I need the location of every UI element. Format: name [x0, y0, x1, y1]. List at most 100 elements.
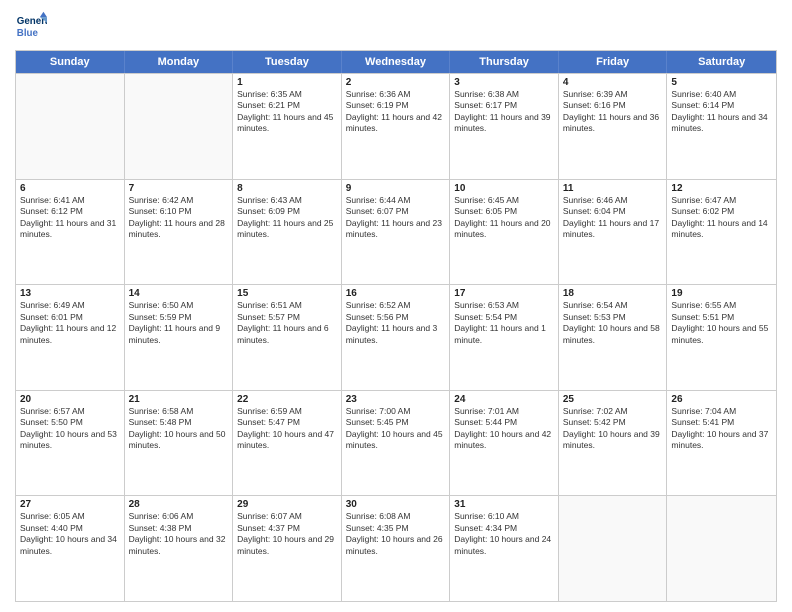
cell-info: Sunrise: 6:45 AM Sunset: 6:05 PM Dayligh…: [454, 195, 554, 241]
calendar-cell: 23Sunrise: 7:00 AM Sunset: 5:45 PM Dayli…: [342, 391, 451, 496]
cell-info: Sunrise: 6:10 AM Sunset: 4:34 PM Dayligh…: [454, 511, 554, 557]
day-number: 23: [346, 394, 446, 405]
calendar-cell: 10Sunrise: 6:45 AM Sunset: 6:05 PM Dayli…: [450, 180, 559, 285]
day-number: 12: [671, 183, 772, 194]
day-of-week-header: Sunday: [16, 51, 125, 73]
calendar-cell: 28Sunrise: 6:06 AM Sunset: 4:38 PM Dayli…: [125, 496, 234, 601]
cell-info: Sunrise: 7:02 AM Sunset: 5:42 PM Dayligh…: [563, 406, 663, 452]
cell-info: Sunrise: 6:41 AM Sunset: 6:12 PM Dayligh…: [20, 195, 120, 241]
calendar-cell: [667, 496, 776, 601]
cell-info: Sunrise: 6:40 AM Sunset: 6:14 PM Dayligh…: [671, 89, 772, 135]
calendar-cell: [559, 496, 668, 601]
calendar-cell: 12Sunrise: 6:47 AM Sunset: 6:02 PM Dayli…: [667, 180, 776, 285]
day-of-week-header: Thursday: [450, 51, 559, 73]
cell-info: Sunrise: 7:00 AM Sunset: 5:45 PM Dayligh…: [346, 406, 446, 452]
cell-info: Sunrise: 6:44 AM Sunset: 6:07 PM Dayligh…: [346, 195, 446, 241]
calendar-header: SundayMondayTuesdayWednesdayThursdayFrid…: [16, 51, 776, 73]
cell-info: Sunrise: 6:06 AM Sunset: 4:38 PM Dayligh…: [129, 511, 229, 557]
day-number: 24: [454, 394, 554, 405]
day-number: 29: [237, 499, 337, 510]
calendar-cell: 9Sunrise: 6:44 AM Sunset: 6:07 PM Daylig…: [342, 180, 451, 285]
cell-info: Sunrise: 6:51 AM Sunset: 5:57 PM Dayligh…: [237, 300, 337, 346]
calendar-row: 20Sunrise: 6:57 AM Sunset: 5:50 PM Dayli…: [16, 390, 776, 496]
svg-text:Blue: Blue: [17, 28, 39, 39]
calendar-cell: 20Sunrise: 6:57 AM Sunset: 5:50 PM Dayli…: [16, 391, 125, 496]
day-number: 2: [346, 77, 446, 88]
calendar-body: 1Sunrise: 6:35 AM Sunset: 6:21 PM Daylig…: [16, 73, 776, 601]
day-number: 18: [563, 288, 663, 299]
day-number: 1: [237, 77, 337, 88]
calendar-cell: 30Sunrise: 6:08 AM Sunset: 4:35 PM Dayli…: [342, 496, 451, 601]
day-number: 16: [346, 288, 446, 299]
cell-info: Sunrise: 6:58 AM Sunset: 5:48 PM Dayligh…: [129, 406, 229, 452]
day-of-week-header: Friday: [559, 51, 668, 73]
cell-info: Sunrise: 6:39 AM Sunset: 6:16 PM Dayligh…: [563, 89, 663, 135]
calendar-cell: [16, 74, 125, 179]
cell-info: Sunrise: 6:07 AM Sunset: 4:37 PM Dayligh…: [237, 511, 337, 557]
cell-info: Sunrise: 6:38 AM Sunset: 6:17 PM Dayligh…: [454, 89, 554, 135]
calendar-row: 6Sunrise: 6:41 AM Sunset: 6:12 PM Daylig…: [16, 179, 776, 285]
calendar-row: 13Sunrise: 6:49 AM Sunset: 6:01 PM Dayli…: [16, 284, 776, 390]
day-number: 15: [237, 288, 337, 299]
day-number: 11: [563, 183, 663, 194]
day-number: 14: [129, 288, 229, 299]
calendar-cell: 19Sunrise: 6:55 AM Sunset: 5:51 PM Dayli…: [667, 285, 776, 390]
calendar-cell: [125, 74, 234, 179]
page: General Blue SundayMondayTuesdayWednesda…: [0, 0, 792, 612]
cell-info: Sunrise: 6:47 AM Sunset: 6:02 PM Dayligh…: [671, 195, 772, 241]
day-number: 4: [563, 77, 663, 88]
calendar-cell: 11Sunrise: 6:46 AM Sunset: 6:04 PM Dayli…: [559, 180, 668, 285]
calendar-cell: 6Sunrise: 6:41 AM Sunset: 6:12 PM Daylig…: [16, 180, 125, 285]
cell-info: Sunrise: 6:08 AM Sunset: 4:35 PM Dayligh…: [346, 511, 446, 557]
calendar-cell: 8Sunrise: 6:43 AM Sunset: 6:09 PM Daylig…: [233, 180, 342, 285]
calendar-cell: 14Sunrise: 6:50 AM Sunset: 5:59 PM Dayli…: [125, 285, 234, 390]
calendar-cell: 17Sunrise: 6:53 AM Sunset: 5:54 PM Dayli…: [450, 285, 559, 390]
calendar-cell: 27Sunrise: 6:05 AM Sunset: 4:40 PM Dayli…: [16, 496, 125, 601]
calendar-row: 1Sunrise: 6:35 AM Sunset: 6:21 PM Daylig…: [16, 73, 776, 179]
day-number: 7: [129, 183, 229, 194]
cell-info: Sunrise: 6:36 AM Sunset: 6:19 PM Dayligh…: [346, 89, 446, 135]
day-number: 20: [20, 394, 120, 405]
day-of-week-header: Saturday: [667, 51, 776, 73]
cell-info: Sunrise: 6:53 AM Sunset: 5:54 PM Dayligh…: [454, 300, 554, 346]
calendar-cell: 5Sunrise: 6:40 AM Sunset: 6:14 PM Daylig…: [667, 74, 776, 179]
cell-info: Sunrise: 6:57 AM Sunset: 5:50 PM Dayligh…: [20, 406, 120, 452]
day-number: 19: [671, 288, 772, 299]
day-of-week-header: Tuesday: [233, 51, 342, 73]
calendar-cell: 16Sunrise: 6:52 AM Sunset: 5:56 PM Dayli…: [342, 285, 451, 390]
day-number: 5: [671, 77, 772, 88]
calendar-cell: 25Sunrise: 7:02 AM Sunset: 5:42 PM Dayli…: [559, 391, 668, 496]
cell-info: Sunrise: 6:43 AM Sunset: 6:09 PM Dayligh…: [237, 195, 337, 241]
calendar-cell: 18Sunrise: 6:54 AM Sunset: 5:53 PM Dayli…: [559, 285, 668, 390]
day-number: 10: [454, 183, 554, 194]
day-number: 13: [20, 288, 120, 299]
cell-info: Sunrise: 6:05 AM Sunset: 4:40 PM Dayligh…: [20, 511, 120, 557]
cell-info: Sunrise: 6:55 AM Sunset: 5:51 PM Dayligh…: [671, 300, 772, 346]
cell-info: Sunrise: 6:46 AM Sunset: 6:04 PM Dayligh…: [563, 195, 663, 241]
calendar-cell: 21Sunrise: 6:58 AM Sunset: 5:48 PM Dayli…: [125, 391, 234, 496]
calendar-cell: 7Sunrise: 6:42 AM Sunset: 6:10 PM Daylig…: [125, 180, 234, 285]
day-of-week-header: Wednesday: [342, 51, 451, 73]
cell-info: Sunrise: 6:54 AM Sunset: 5:53 PM Dayligh…: [563, 300, 663, 346]
day-number: 8: [237, 183, 337, 194]
logo-icon: General Blue: [15, 10, 47, 42]
calendar-cell: 15Sunrise: 6:51 AM Sunset: 5:57 PM Dayli…: [233, 285, 342, 390]
day-number: 3: [454, 77, 554, 88]
calendar: SundayMondayTuesdayWednesdayThursdayFrid…: [15, 50, 777, 602]
cell-info: Sunrise: 6:52 AM Sunset: 5:56 PM Dayligh…: [346, 300, 446, 346]
calendar-cell: 3Sunrise: 6:38 AM Sunset: 6:17 PM Daylig…: [450, 74, 559, 179]
calendar-cell: 22Sunrise: 6:59 AM Sunset: 5:47 PM Dayli…: [233, 391, 342, 496]
calendar-cell: 31Sunrise: 6:10 AM Sunset: 4:34 PM Dayli…: [450, 496, 559, 601]
calendar-cell: 13Sunrise: 6:49 AM Sunset: 6:01 PM Dayli…: [16, 285, 125, 390]
day-number: 26: [671, 394, 772, 405]
cell-info: Sunrise: 7:01 AM Sunset: 5:44 PM Dayligh…: [454, 406, 554, 452]
calendar-cell: 26Sunrise: 7:04 AM Sunset: 5:41 PM Dayli…: [667, 391, 776, 496]
day-number: 28: [129, 499, 229, 510]
calendar-cell: 4Sunrise: 6:39 AM Sunset: 6:16 PM Daylig…: [559, 74, 668, 179]
day-number: 22: [237, 394, 337, 405]
cell-info: Sunrise: 6:42 AM Sunset: 6:10 PM Dayligh…: [129, 195, 229, 241]
day-number: 30: [346, 499, 446, 510]
cell-info: Sunrise: 6:59 AM Sunset: 5:47 PM Dayligh…: [237, 406, 337, 452]
logo: General Blue: [15, 10, 47, 42]
cell-info: Sunrise: 6:49 AM Sunset: 6:01 PM Dayligh…: [20, 300, 120, 346]
